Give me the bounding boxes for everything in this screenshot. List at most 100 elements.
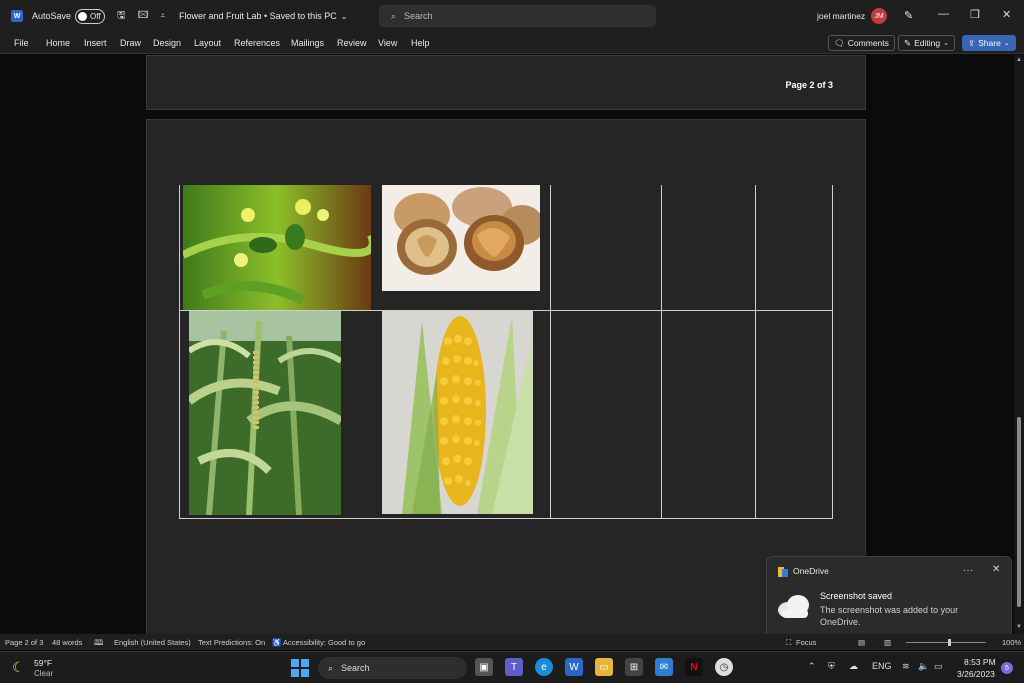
battery-icon[interactable]: ▭ <box>934 661 943 672</box>
tab-view[interactable]: View <box>378 38 397 48</box>
walnut-flower-image[interactable] <box>183 185 371 310</box>
restore-icon[interactable]: ❐ <box>970 8 980 21</box>
task-view-icon[interactable]: ▣ <box>475 658 493 676</box>
status-bar: Page 2 of 3 48 words 🕮 English (United S… <box>0 634 1024 650</box>
tab-mailings[interactable]: Mailings <box>291 38 324 48</box>
status-accessibility[interactable]: Accessibility: Good to go <box>283 638 365 647</box>
document-canvas[interactable]: Page 2 of 3 <box>0 55 1014 634</box>
tab-references[interactable]: References <box>234 38 280 48</box>
save-icon[interactable]: 🖫 <box>117 8 126 25</box>
file-explorer-icon[interactable]: ▭ <box>595 658 613 676</box>
more-options-icon[interactable]: ··· <box>963 565 973 576</box>
store-icon[interactable]: ⊞ <box>625 658 643 676</box>
tab-insert[interactable]: Insert <box>84 38 107 48</box>
print-layout-icon[interactable]: ▤ <box>858 638 865 647</box>
notification-app-name: OneDrive <box>793 566 829 576</box>
chevron-down-icon: ⌄ <box>340 11 348 21</box>
minimize-icon[interactable]: — <box>938 8 949 20</box>
search-input[interactable]: ⌕ Search <box>379 5 656 27</box>
chevron-up-icon[interactable]: ⌃ <box>808 661 816 672</box>
zoom-slider-thumb[interactable] <box>948 639 951 646</box>
close-icon[interactable]: ✕ <box>992 564 1000 575</box>
corn-cob-image[interactable] <box>382 311 533 514</box>
table-border <box>832 185 833 519</box>
notification-badge[interactable]: 5 <box>1001 662 1013 674</box>
user-name[interactable]: joel martinez <box>817 11 865 21</box>
cloud-icon <box>778 595 809 618</box>
web-layout-icon[interactable]: ▥ <box>884 638 891 647</box>
tab-draw[interactable]: Draw <box>120 38 141 48</box>
chevron-down-icon: ⌄ <box>1003 40 1010 47</box>
tab-review[interactable]: Review <box>337 38 367 48</box>
page-1-bottom: Page 2 of 3 <box>146 55 866 110</box>
moon-icon[interactable]: ☾ <box>12 659 25 676</box>
scroll-up-icon[interactable]: ▲ <box>1016 57 1022 63</box>
scroll-down-icon[interactable]: ▼ <box>1016 624 1022 630</box>
close-icon[interactable]: ✕ <box>1002 8 1011 21</box>
status-page[interactable]: Page 2 of 3 <box>5 638 43 647</box>
edge-icon[interactable]: e <box>535 658 553 676</box>
clock-app-icon[interactable]: ◷ <box>715 658 733 676</box>
share-button[interactable]: ⇪ Share ⌄ <box>962 35 1016 51</box>
tab-layout[interactable]: Layout <box>194 38 221 48</box>
avatar[interactable]: JM <box>871 8 887 24</box>
clock-date[interactable]: 3/26/2023 <box>957 669 995 679</box>
clock-time[interactable]: 8:53 PM <box>964 657 996 667</box>
picture-icon[interactable]: 🖾 <box>138 8 149 25</box>
netflix-icon[interactable]: N <box>685 658 703 676</box>
status-zoom[interactable]: 100% <box>1002 638 1021 647</box>
share-label: Share <box>978 38 1001 48</box>
defender-icon[interactable]: ⛨ <box>828 661 835 672</box>
comments-button[interactable]: 🗨 Comments <box>828 35 895 51</box>
table-border <box>179 185 180 519</box>
designer-pen-icon[interactable]: ✎ <box>904 9 913 22</box>
document-title-text: Flower and Fruit Lab • Saved to this PC <box>178 11 337 21</box>
teams-icon[interactable]: T <box>505 658 523 676</box>
customize-toolbar-icon[interactable]: ⩡ <box>160 11 165 21</box>
accessibility-icon: ♿ <box>272 638 282 647</box>
language-indicator[interactable]: ENG <box>872 661 892 671</box>
onedrive-tray-icon[interactable]: ☁ <box>849 661 858 672</box>
autosave-label: AutoSave <box>32 11 72 21</box>
volume-icon[interactable]: 🔈 <box>918 661 929 672</box>
mail-icon[interactable]: ✉ <box>655 658 673 676</box>
onedrive-notification[interactable]: OneDrive ··· ✕ Screenshot saved The scre… <box>766 556 1012 639</box>
table-border <box>550 185 551 519</box>
page-number-label: Page 2 of 3 <box>785 80 833 90</box>
share-icon: ⇪ <box>968 37 976 48</box>
corn-plant-image[interactable] <box>189 311 341 515</box>
notification-title: Screenshot saved <box>820 591 893 601</box>
comments-label: Comments <box>847 38 889 48</box>
walnuts-image[interactable] <box>382 185 540 291</box>
focus-icon: ⛶ <box>786 638 792 647</box>
tab-home[interactable]: Home <box>46 38 70 48</box>
title-bar: W AutoSave Off 🖫 🖾 ⩡ Flower and Fruit La… <box>0 0 1024 32</box>
tab-help[interactable]: Help <box>411 38 430 48</box>
editing-button[interactable]: ✎ Editing ⌄ <box>898 35 955 51</box>
windows-start-icon[interactable] <box>291 659 309 677</box>
status-language[interactable]: English (United States) <box>114 638 191 647</box>
wifi-icon[interactable]: ≋ <box>902 661 910 672</box>
search-placeholder: Search <box>404 11 433 21</box>
weather-temperature[interactable]: 59°F <box>34 658 52 668</box>
toggle-knob-icon <box>78 11 88 21</box>
pencil-icon: ✎ <box>904 37 912 48</box>
status-predictions[interactable]: Text Predictions: On <box>198 638 265 647</box>
vertical-scrollbar[interactable]: ▲ ▼ <box>1014 55 1024 634</box>
word-logo-icon: W <box>11 10 23 22</box>
onedrive-app-icon <box>778 567 788 577</box>
autosave-state: Off <box>90 11 101 21</box>
autosave-toggle[interactable]: Off <box>75 8 106 24</box>
document-title[interactable]: Flower and Fruit Lab • Saved to this PC … <box>179 11 347 21</box>
scroll-thumb[interactable] <box>1017 417 1021 607</box>
tab-design[interactable]: Design <box>153 38 181 48</box>
status-focus[interactable]: Focus <box>796 638 816 647</box>
chevron-down-icon: ⌄ <box>943 40 949 47</box>
status-words[interactable]: 48 words <box>52 638 82 647</box>
taskbar-search[interactable]: ⌕ Search <box>318 657 467 679</box>
tab-file[interactable]: File <box>14 38 29 48</box>
zoom-slider[interactable] <box>906 642 986 643</box>
proofing-icon[interactable]: 🕮 <box>94 637 103 651</box>
word-icon[interactable]: W <box>565 658 583 676</box>
weather-condition[interactable]: Clear <box>34 669 53 678</box>
